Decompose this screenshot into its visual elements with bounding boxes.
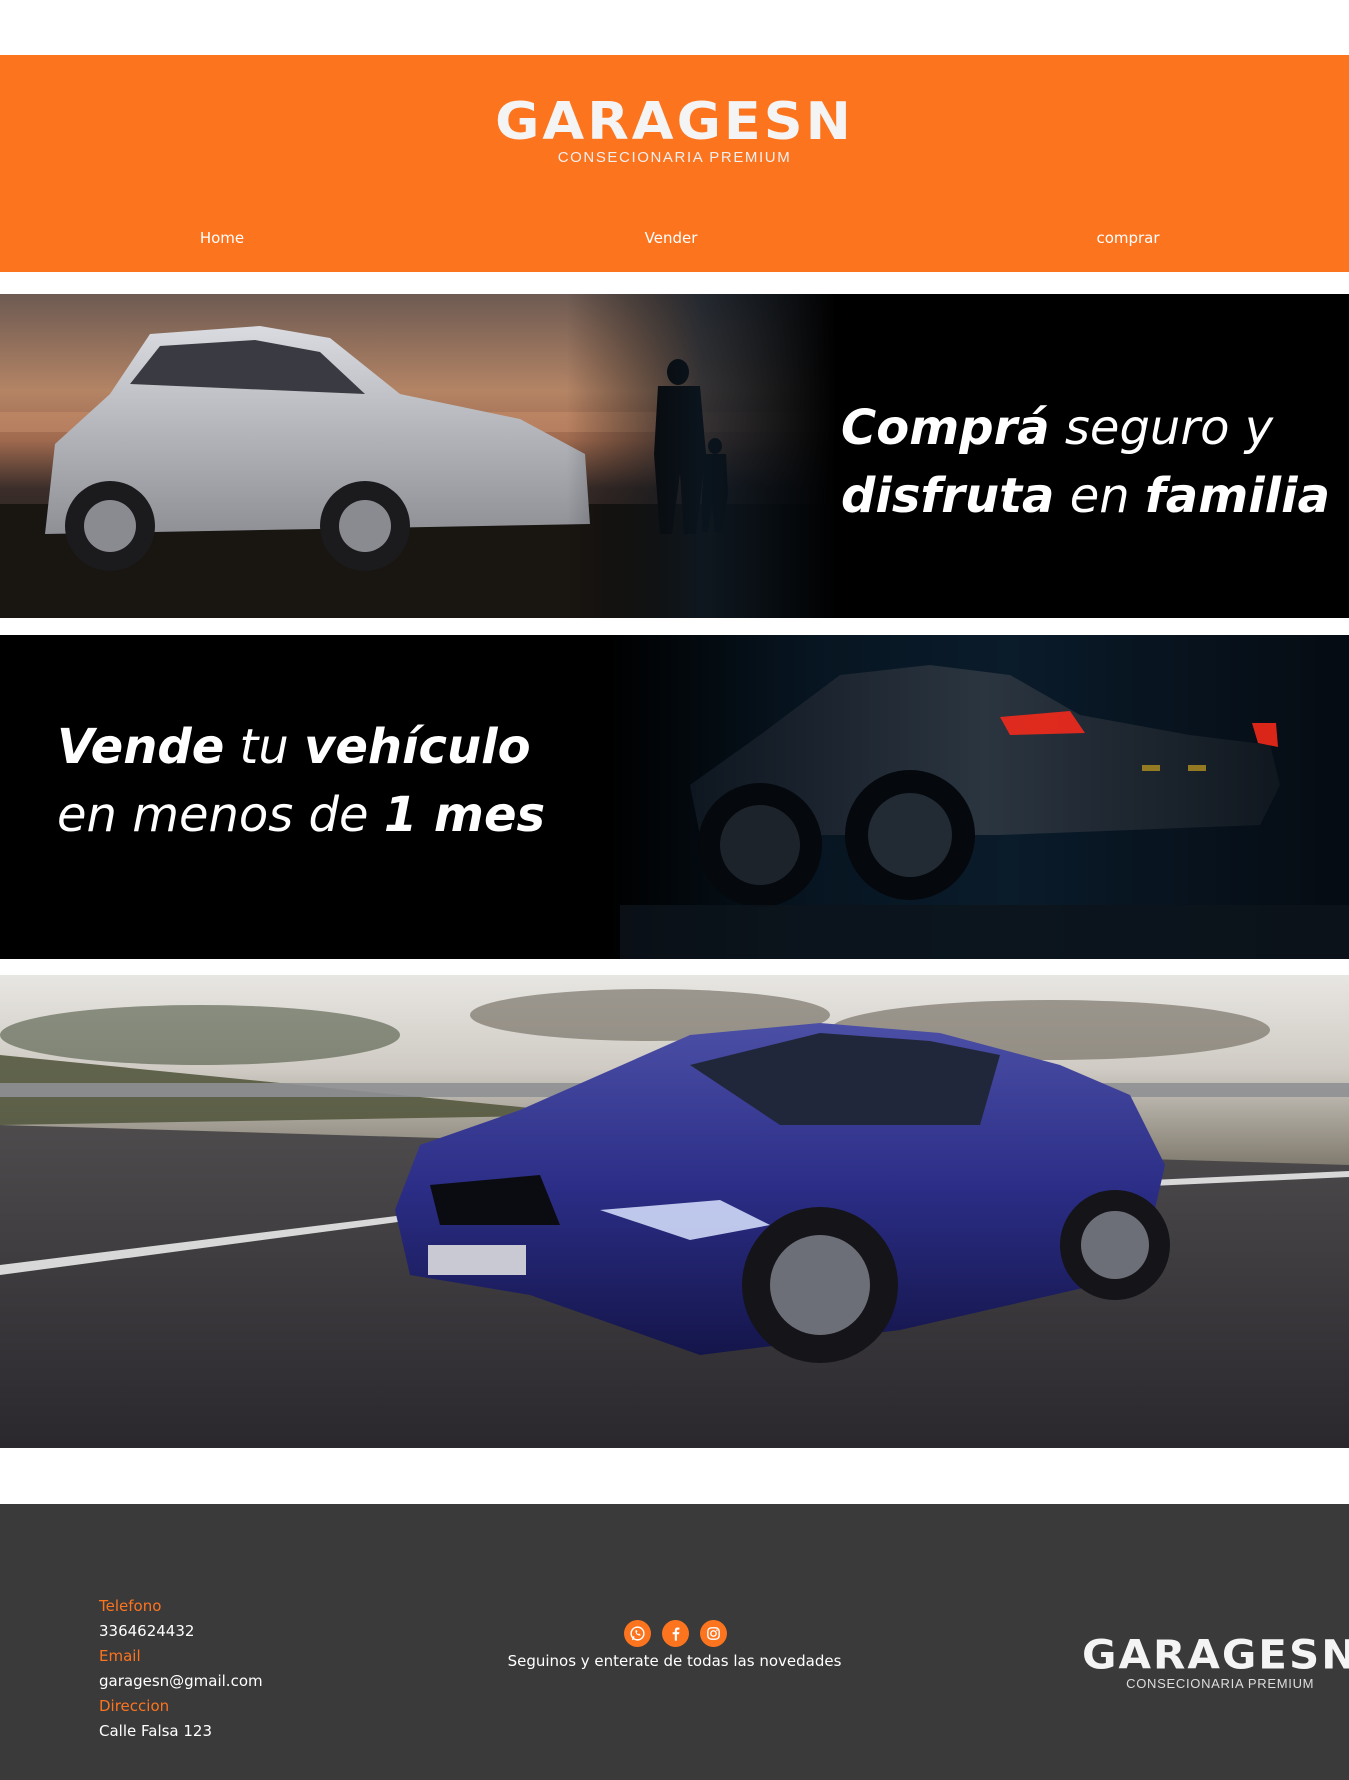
footer-brand-logo[interactable]: GARAGESN CONSECIONARIA PREMIUM bbox=[1082, 1634, 1349, 1691]
buy-headline: Comprá seguro y disfruta en familia bbox=[841, 394, 1330, 530]
facebook-icon[interactable] bbox=[661, 1620, 689, 1647]
buy-banner[interactable]: Comprá seguro y disfruta en familia bbox=[0, 294, 1349, 618]
address-label: Direccion bbox=[99, 1697, 170, 1715]
nav-comprar-link[interactable]: comprar bbox=[1096, 229, 1159, 247]
footer-brand-name: GARAGESN bbox=[1082, 1631, 1349, 1678]
main-nav: Home Vender comprar bbox=[0, 229, 1349, 259]
sell-headline-bold-2: vehículo bbox=[304, 719, 531, 775]
buy-headline-bold-2: disfruta bbox=[841, 468, 1055, 524]
nav-vender-link[interactable]: Vender bbox=[645, 229, 698, 247]
sell-headline-text-2: en menos de bbox=[57, 787, 384, 843]
instagram-icon[interactable] bbox=[699, 1620, 727, 1647]
site-header: GARAGESN CONSECIONARIA PREMIUM Home Vend… bbox=[0, 55, 1349, 272]
buy-headline-text-1: seguro y bbox=[1049, 400, 1274, 456]
blue-coupe-image bbox=[0, 989, 1349, 1448]
sell-headline-bold-1: Vende bbox=[57, 719, 225, 775]
brand-logo[interactable]: GARAGESN CONSECIONARIA PREMIUM bbox=[0, 95, 1349, 166]
buy-headline-text-2: en bbox=[1054, 468, 1145, 524]
address-value: Calle Falsa 123 bbox=[99, 1722, 213, 1740]
footer-brand-tagline: CONSECIONARIA PREMIUM bbox=[1126, 1676, 1315, 1691]
sell-banner[interactable]: Vende tu vehículo en menos de 1 mes bbox=[0, 635, 1349, 959]
phone-label: Telefono bbox=[99, 1597, 162, 1615]
nav-home-link[interactable]: Home bbox=[200, 229, 244, 247]
brand-tagline: CONSECIONARIA PREMIUM bbox=[557, 149, 792, 166]
sell-headline: Vende tu vehículo en menos de 1 mes bbox=[57, 713, 545, 849]
featured-car-banner bbox=[0, 975, 1349, 1448]
brand-name: GARAGESN bbox=[495, 91, 854, 152]
sell-headline-text-1: tu bbox=[224, 719, 305, 775]
buy-headline-bold-3: familia bbox=[1144, 468, 1330, 524]
email-value[interactable]: garagesn@gmail.com bbox=[99, 1669, 263, 1694]
buy-headline-bold-1: Comprá bbox=[841, 400, 1050, 456]
site-footer: Telefono 3364624432 Email garagesn@gmail… bbox=[0, 1504, 1349, 1780]
whatsapp-icon[interactable] bbox=[623, 1620, 651, 1647]
sell-headline-bold-3: 1 mes bbox=[383, 787, 546, 843]
